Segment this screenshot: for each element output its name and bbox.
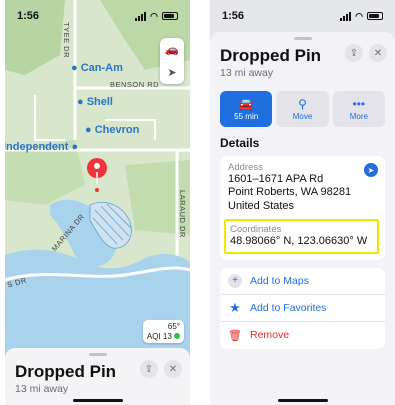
- sheet-grabber[interactable]: [88, 353, 107, 356]
- home-indicator: [277, 399, 328, 402]
- close-button[interactable]: ✕: [369, 44, 387, 62]
- place-label-shell[interactable]: ● Shell: [77, 96, 113, 108]
- more-label: More: [349, 111, 368, 121]
- wifi-icon: ◠: [150, 10, 158, 21]
- share-button[interactable]: ⇪: [140, 360, 158, 378]
- place-sheet-collapsed[interactable]: Dropped Pin 13 mi away ⇪ ✕: [5, 348, 190, 405]
- close-button[interactable]: ✕: [164, 360, 182, 378]
- directions-label: 55 min: [234, 111, 259, 121]
- road-label: LARAUD DR: [178, 190, 187, 238]
- home-indicator: [72, 399, 123, 402]
- map-controls: 🚗 ➤: [160, 38, 184, 84]
- wifi-icon: ◠: [355, 10, 363, 21]
- actions-list: + Add to Maps ★ Add to Favorites 🗑 Remov…: [220, 267, 385, 349]
- directions-button[interactable]: 🚘 55 min: [220, 91, 273, 127]
- location-arrow-icon[interactable]: ➤: [167, 66, 176, 79]
- remove-button[interactable]: 🗑 Remove: [220, 322, 385, 349]
- aqi-value: AQI 13: [146, 331, 172, 341]
- add-to-maps-label: Add to Maps: [250, 274, 309, 287]
- status-bar: 1:56 ◠: [5, 0, 190, 32]
- coordinates-label: Coordinates: [230, 224, 282, 236]
- address-line-1[interactable]: 1601–1671 APA Rd: [228, 173, 377, 186]
- place-sheet-expanded: Dropped Pin 13 mi away ⇪ ✕ 🚘 55 min ⚲ Mo…: [210, 32, 395, 405]
- cellular-signal-icon: [340, 11, 352, 21]
- plus-icon: +: [228, 273, 242, 288]
- place-label-independent[interactable]: Independent ●: [5, 141, 78, 153]
- ellipsis-icon: •••: [352, 96, 366, 111]
- coordinates-highlight[interactable]: Coordinates 48.98066° N, 123.06630° W: [224, 219, 379, 254]
- car-icon[interactable]: 🚗: [165, 43, 179, 56]
- star-icon: ★: [229, 299, 241, 315]
- navigation-arrow-icon[interactable]: ➤: [364, 163, 378, 177]
- details-heading: Details: [220, 136, 260, 150]
- battery-icon: [367, 12, 383, 20]
- details-card: ➤ Address 1601–1671 APA Rd Point Roberts…: [220, 156, 385, 260]
- more-button[interactable]: ••• More: [332, 91, 385, 127]
- car-icon: 🚘: [238, 96, 254, 111]
- share-button[interactable]: ⇪: [345, 44, 363, 62]
- status-time: 1:56: [222, 10, 245, 22]
- trash-icon: 🗑: [228, 329, 242, 342]
- place-label-chevron[interactable]: ● Chevron: [85, 124, 139, 136]
- add-to-favorites-button[interactable]: ★ Add to Favorites: [220, 295, 385, 322]
- aqi-indicator-icon: [174, 333, 180, 340]
- cellular-signal-icon: [135, 11, 147, 21]
- address-label: Address: [228, 162, 263, 173]
- address-line-2[interactable]: Point Roberts, WA 98281: [228, 186, 377, 199]
- place-detail-screen: 1:56 ◠ Dropped Pin 13 mi away ⇪ ✕ 🚘 55 m…: [210, 0, 395, 405]
- weather-badge[interactable]: 65° AQI 13: [142, 320, 184, 344]
- remove-label: Remove: [250, 329, 290, 342]
- sheet-grabber[interactable]: [293, 37, 312, 40]
- pin-move-icon: ⚲: [298, 96, 307, 111]
- coordinates-value[interactable]: 48.98066° N, 123.06630° W: [230, 235, 373, 248]
- move-label: Move: [292, 111, 313, 121]
- address-line-3[interactable]: United States: [228, 200, 377, 213]
- action-buttons: 🚘 55 min ⚲ Move ••• More: [220, 91, 385, 127]
- battery-icon: [162, 12, 178, 20]
- add-to-favorites-label: Add to Favorites: [250, 301, 327, 314]
- status-time: 1:56: [17, 10, 40, 22]
- road-label: BENSON RD: [110, 80, 160, 89]
- weather-temp: 65°: [167, 322, 180, 331]
- sheet-subtitle: 13 mi away: [220, 67, 274, 79]
- move-button[interactable]: ⚲ Move: [276, 91, 329, 127]
- sheet-subtitle: 13 mi away: [15, 383, 69, 395]
- status-bar: 1:56 ◠: [210, 0, 395, 32]
- map-screen: 1:56 ◠ TYEE DR BENSON RD MARINA DR LARAU…: [5, 0, 190, 405]
- place-label-can-am[interactable]: ● Can-Am: [71, 62, 123, 74]
- add-to-maps-button[interactable]: + Add to Maps: [220, 268, 385, 295]
